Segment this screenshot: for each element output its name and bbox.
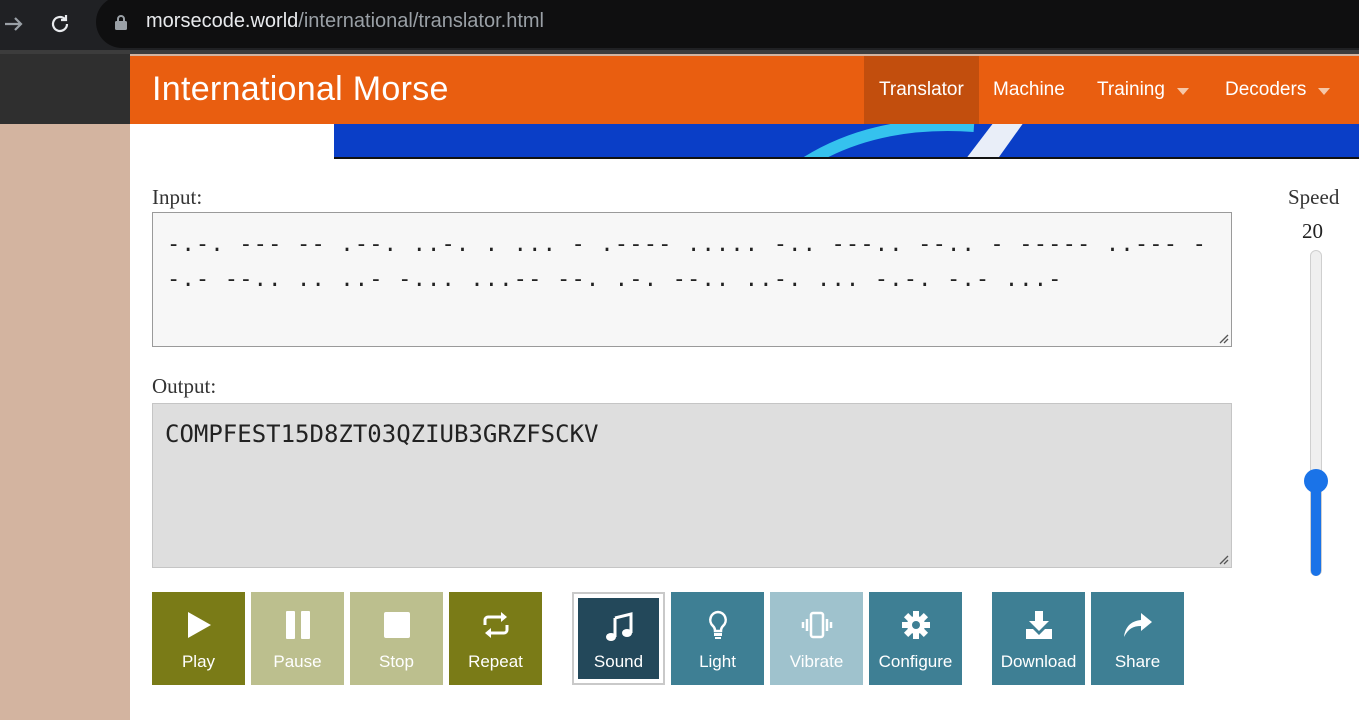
- gear-icon: [901, 608, 930, 642]
- music-note-icon: [605, 610, 633, 644]
- vibrate-button[interactable]: Vibrate: [770, 592, 863, 685]
- sound-button[interactable]: Sound: [578, 598, 659, 679]
- nav-translator[interactable]: Translator: [864, 56, 979, 124]
- configure-button[interactable]: Configure: [869, 592, 962, 685]
- share-arrow-icon: [1123, 608, 1153, 642]
- speed-value: 20: [1302, 219, 1323, 243]
- morse-input-text: -.-. --- -- .--. ..-. . ... - .---- ....…: [167, 232, 1208, 292]
- nav-decoders[interactable]: Decoders: [1210, 56, 1345, 124]
- resize-grip-icon[interactable]: [1217, 553, 1229, 565]
- reload-icon[interactable]: [46, 10, 74, 38]
- forward-arrow-icon[interactable]: [0, 10, 28, 38]
- caret-down-icon: [1176, 87, 1189, 95]
- resize-grip-icon[interactable]: [1217, 332, 1229, 344]
- input-label: Input:: [152, 185, 203, 209]
- play-button[interactable]: Play: [152, 592, 245, 685]
- stop-icon: [383, 608, 410, 642]
- nav-machine[interactable]: Machine: [978, 56, 1080, 124]
- lock-icon: [114, 14, 128, 35]
- stop-button[interactable]: Stop: [350, 592, 443, 685]
- url-text: morsecode.world/international/translator…: [146, 10, 544, 32]
- page-content: International Morse Translator Machine T…: [130, 56, 1359, 720]
- speed-slider-fill: [1311, 480, 1321, 576]
- vibrate-icon: [801, 608, 833, 642]
- sound-button-frame: Sound: [572, 592, 665, 685]
- repeat-button[interactable]: Repeat: [449, 592, 542, 685]
- download-icon: [1025, 608, 1053, 642]
- toolbar-divider: [0, 50, 1359, 54]
- address-bar[interactable]: morsecode.world/international/translator…: [96, 0, 1359, 48]
- page-left-header-band: [0, 54, 130, 124]
- text-output-value: COMPFEST15D8ZT03QZIUB3GRZFSCKV: [165, 420, 599, 448]
- download-button[interactable]: Download: [992, 592, 1085, 685]
- pause-button[interactable]: Pause: [251, 592, 344, 685]
- browser-toolbar: morsecode.world/international/translator…: [0, 0, 1359, 50]
- morse-input-textarea[interactable]: -.-. --- -- .--. ..-. . ... - .---- ....…: [152, 212, 1232, 347]
- navbar: International Morse Translator Machine T…: [130, 56, 1359, 124]
- site-brand[interactable]: International Morse: [152, 70, 449, 109]
- play-icon: [186, 608, 212, 642]
- output-label: Output:: [152, 374, 217, 398]
- speed-slider-thumb[interactable]: [1304, 469, 1328, 493]
- nav-training[interactable]: Training: [1082, 56, 1204, 124]
- light-button[interactable]: Light: [671, 592, 764, 685]
- share-button[interactable]: Share: [1091, 592, 1184, 685]
- pause-icon: [285, 608, 310, 642]
- caret-down-icon: [1318, 87, 1331, 95]
- repeat-icon: [481, 608, 511, 642]
- banner-image: [334, 124, 1359, 159]
- text-output-textarea[interactable]: COMPFEST15D8ZT03QZIUB3GRZFSCKV: [152, 403, 1232, 568]
- speed-label: Speed: [1288, 185, 1340, 209]
- lightbulb-icon: [708, 608, 728, 642]
